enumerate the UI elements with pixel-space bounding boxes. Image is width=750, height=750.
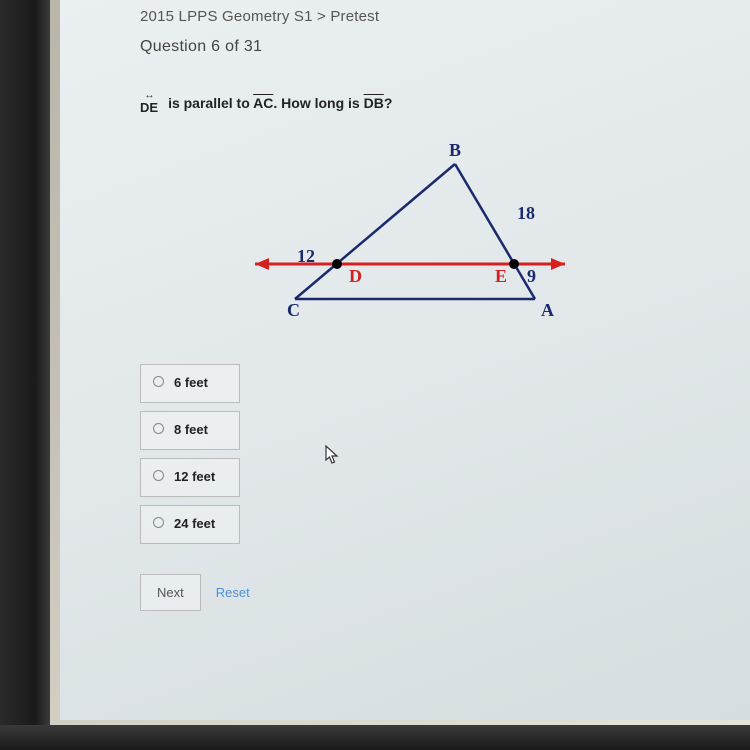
reset-button[interactable]: Reset <box>216 585 250 600</box>
label-a: A <box>541 300 554 320</box>
label-e: E <box>495 266 507 286</box>
radio-icon <box>153 376 164 387</box>
option-label: 24 feet <box>174 516 215 533</box>
screen-content: 2015 LPPS Geometry S1 > Pretest Question… <box>60 0 750 720</box>
label-9: 9 <box>527 266 536 286</box>
label-c: C <box>287 300 300 320</box>
monitor-bezel-bottom <box>0 725 750 750</box>
monitor-bezel-left <box>0 0 50 750</box>
option-label: 8 feet <box>174 422 208 439</box>
option-d[interactable]: 24 feet <box>140 505 240 544</box>
label-d: D <box>349 266 362 286</box>
label-18: 18 <box>517 203 535 223</box>
label-12: 12 <box>297 246 315 266</box>
option-c[interactable]: 12 feet <box>140 458 240 497</box>
answer-options: 6 feet 8 feet 12 feet 24 feet <box>140 364 670 544</box>
option-label: 12 feet <box>174 469 215 486</box>
option-b[interactable]: 8 feet <box>140 411 240 450</box>
label-b: B <box>449 140 461 160</box>
geometry-figure: B 18 12 D E 9 C A <box>215 134 595 334</box>
question-prompt: ↔ DE is parallel to AC. How long is DB? <box>140 91 670 114</box>
radio-icon <box>153 423 164 434</box>
option-a[interactable]: 6 feet <box>140 364 240 403</box>
question-text: is parallel to AC. How long is DB? <box>168 95 392 111</box>
question-counter: Question 6 of 31 <box>140 38 670 56</box>
option-label: 6 feet <box>174 375 208 392</box>
action-buttons: Next Reset <box>140 574 670 611</box>
radio-icon <box>153 470 164 481</box>
radio-icon <box>153 517 164 528</box>
breadcrumb[interactable]: 2015 LPPS Geometry S1 > Pretest <box>60 0 750 33</box>
line-de-symbol: ↔ DE <box>140 91 158 114</box>
next-button[interactable]: Next <box>140 574 201 611</box>
